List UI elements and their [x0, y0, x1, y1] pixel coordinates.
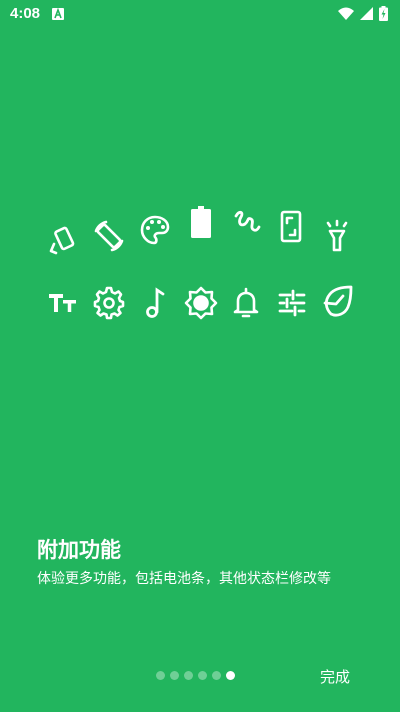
music-note-icon: [146, 287, 165, 318]
page-dot: [184, 671, 193, 680]
page-title: 附加功能: [37, 538, 121, 562]
equalizer-icon: [278, 289, 306, 317]
flashlight-icon: [326, 219, 348, 252]
page-dot: [198, 671, 207, 680]
auto-rotate-icon: [94, 220, 124, 252]
page-indicator: [156, 671, 235, 680]
page-dot-active: [226, 671, 235, 680]
fresh-leaf-icon: [323, 285, 353, 317]
rotate-phone-icon: [49, 226, 75, 255]
page-dot: [170, 671, 179, 680]
settings-gear-icon: [93, 286, 125, 320]
palette-icon: [140, 215, 170, 245]
page-description: 体验更多功能，包括电池条，其他状态栏修改等: [37, 571, 331, 587]
font-size-icon: [49, 294, 76, 312]
done-button[interactable]: 完成: [320, 666, 350, 687]
bell-icon: [233, 287, 259, 318]
battery-icon: [191, 206, 211, 238]
page-dot: [212, 671, 221, 680]
page-dot: [156, 671, 165, 680]
screen-icon: [280, 210, 302, 243]
squiggle-gesture-icon: [234, 210, 261, 232]
feature-icon-grid: [0, 0, 400, 712]
brightness-icon: [184, 286, 218, 320]
